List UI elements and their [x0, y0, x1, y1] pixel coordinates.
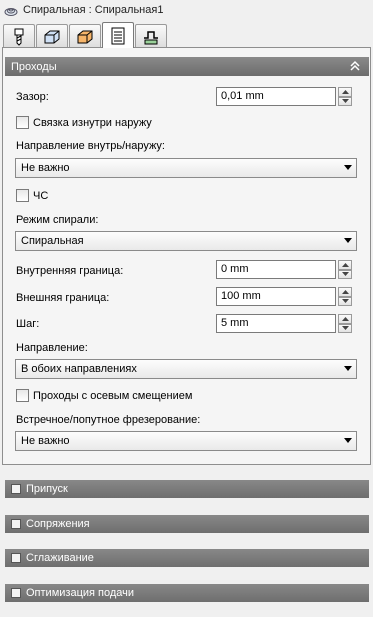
passes-list-icon — [111, 27, 125, 44]
spin-up-button[interactable] — [338, 287, 352, 297]
geometry-box-icon — [44, 30, 60, 43]
smoothing-section-header[interactable]: Сглаживание — [5, 549, 369, 567]
smoothing-label: Сглаживание — [26, 552, 94, 564]
heights-box-icon — [77, 30, 93, 43]
tab-linking[interactable] — [135, 24, 167, 48]
chevron-down-icon — [344, 238, 352, 243]
spiral-mode-label: Режим спирали: — [16, 214, 99, 226]
axial-offset-label: Проходы с осевым смещением — [33, 389, 193, 402]
tab-heights[interactable] — [69, 24, 101, 48]
window-title: Спиральная : Спиральная1 — [23, 4, 164, 16]
inner-arrows — [338, 260, 352, 279]
step-spinner: 5 mm — [216, 314, 352, 333]
outer-boundary-spinner: 100 mm — [216, 287, 352, 306]
tab-tool[interactable] — [3, 24, 35, 48]
outer-arrows — [338, 287, 352, 306]
inside-out-checkbox[interactable]: Связка изнутри наружу — [16, 116, 152, 129]
direction-select[interactable]: В обоих направлениях — [15, 359, 357, 379]
spin-down-button[interactable] — [338, 296, 352, 306]
inside-out-label: Связка изнутри наружу — [33, 116, 152, 129]
section-title: Проходы — [11, 60, 57, 73]
tab-strip — [3, 22, 168, 48]
spin-up-button[interactable] — [338, 87, 352, 97]
step-input[interactable]: 5 mm — [216, 314, 336, 333]
fillets-section-header[interactable]: Сопряжения — [5, 515, 369, 533]
milling-value: Не важно — [21, 435, 70, 447]
chevron-down-icon — [344, 438, 352, 443]
axial-offset-checkbox[interactable]: Проходы с осевым смещением — [16, 389, 192, 402]
inner-boundary-spinner: 0 mm — [216, 260, 352, 279]
tool-icon — [14, 28, 24, 46]
window-titlebar: Спиральная : Спиральная1 — [0, 0, 373, 20]
milling-label: Встречное/попутное фрезерование: — [16, 414, 201, 426]
clearance-input[interactable]: 0,01 mm — [216, 87, 336, 106]
chevron-down-icon — [344, 165, 352, 170]
section-checkbox[interactable] — [11, 519, 21, 529]
step-label: Шаг: — [16, 318, 40, 330]
clearance-label: Зазор: — [16, 91, 49, 103]
tab-geometry[interactable] — [36, 24, 68, 48]
stock-label: Припуск — [26, 483, 68, 495]
spin-down-button[interactable] — [338, 269, 352, 279]
spin-down-button[interactable] — [338, 323, 352, 333]
section-checkbox[interactable] — [11, 484, 21, 494]
cw-checkbox[interactable]: ЧС — [16, 189, 48, 202]
step-arrows — [338, 314, 352, 333]
spin-up-button[interactable] — [338, 260, 352, 270]
tab-passes[interactable] — [102, 22, 134, 48]
spin-up-button[interactable] — [338, 314, 352, 324]
outer-boundary-input[interactable]: 100 mm — [216, 287, 336, 306]
clearance-spinner: 0,01 mm — [216, 87, 352, 106]
cw-label: ЧС — [33, 189, 49, 202]
section-checkbox[interactable] — [11, 588, 21, 598]
feed-optimization-label: Оптимизация подачи — [26, 587, 135, 599]
feed-optimization-section-header[interactable]: Оптимизация подачи — [5, 584, 369, 602]
spiral-mode-select[interactable]: Спиральная — [15, 231, 357, 251]
clearance-arrows — [338, 87, 352, 106]
checkbox-box[interactable] — [16, 189, 29, 202]
inner-boundary-input[interactable]: 0 mm — [216, 260, 336, 279]
spiral-operation-icon — [4, 3, 18, 17]
direction-label: Направление: — [16, 342, 88, 354]
direction-inout-value: Не важно — [21, 162, 70, 174]
checkbox-box[interactable] — [16, 389, 29, 402]
inner-boundary-label: Внутренняя граница: — [16, 265, 124, 277]
section-checkbox[interactable] — [11, 553, 21, 563]
checkbox-box[interactable] — [16, 116, 29, 129]
linking-icon — [144, 30, 158, 44]
spin-down-button[interactable] — [338, 96, 352, 106]
milling-select[interactable]: Не важно — [15, 431, 357, 451]
direction-value: В обоих направлениях — [21, 363, 137, 375]
collapse-chevron-icon[interactable] — [349, 59, 361, 73]
spiral-mode-value: Спиральная — [21, 235, 84, 247]
stock-section-header[interactable]: Припуск — [5, 480, 369, 498]
chevron-down-icon — [344, 366, 352, 371]
passes-section-header[interactable]: Проходы — [5, 57, 369, 76]
outer-boundary-label: Внешняя граница: — [16, 292, 110, 304]
direction-inout-label: Направление внутрь/наружу: — [16, 140, 165, 152]
passes-panel — [2, 47, 371, 465]
fillets-label: Сопряжения — [26, 518, 90, 530]
direction-inout-select[interactable]: Не важно — [15, 158, 357, 178]
